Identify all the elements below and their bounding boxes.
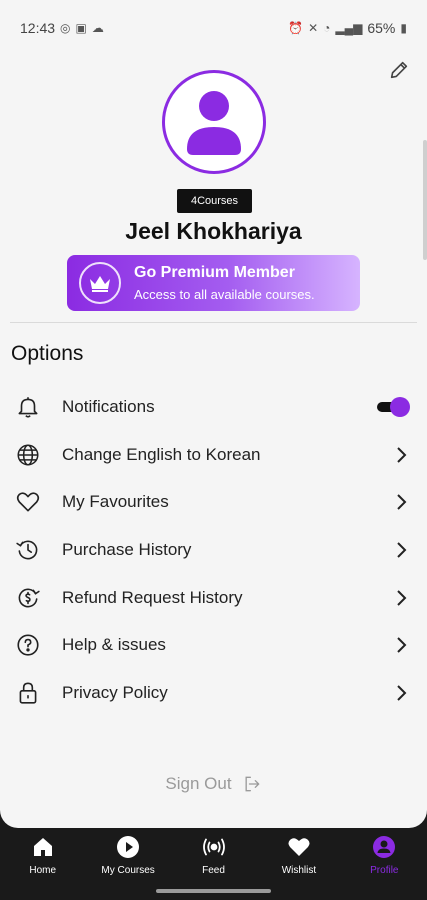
history-icon (14, 536, 42, 564)
option-help-issues[interactable]: Help & issues (0, 621, 427, 669)
premium-subtitle: Access to all available courses. (134, 287, 315, 302)
nav-home[interactable]: Home (0, 828, 85, 880)
chevron-right-icon (391, 588, 411, 608)
bell-icon (14, 393, 42, 421)
profile-name: Jeel Khokhariya (125, 218, 302, 244)
lock-icon (14, 679, 42, 707)
crown-badge (79, 262, 121, 304)
nav-wishlist[interactable]: Wishlist (256, 828, 341, 880)
status-bar: 12:43 ◎ ▣ ☁ ⏰ ✕ ◔ ▂▄▆ 65% ▮ (0, 0, 427, 56)
courses-count-badge: 4Courses (177, 189, 252, 213)
whatsapp-icon: ◎ (60, 21, 71, 35)
option-label: Change English to Korean (62, 444, 261, 464)
option-my-favourites[interactable]: My Favourites (0, 478, 427, 526)
go-premium-banner[interactable]: Go Premium Member Access to all availabl… (67, 255, 360, 311)
option-label: Notifications (62, 396, 155, 416)
scrollbar[interactable] (423, 140, 427, 260)
home-icon (31, 834, 55, 860)
nav-label: Profile (370, 865, 399, 876)
chevron-right-icon (391, 445, 411, 465)
help-icon (14, 631, 42, 659)
option-label: Privacy Policy (62, 682, 168, 702)
cloud-icon: ☁ (91, 21, 104, 35)
battery-percent: 65% (367, 20, 396, 36)
signal-icon: ▂▄▆ (335, 21, 363, 35)
status-time: 12:43 (20, 20, 56, 36)
crown-icon (90, 276, 110, 292)
home-indicator[interactable] (156, 889, 271, 893)
wifi-icon: ◔ (323, 21, 331, 35)
option-notifications[interactable]: Notifications (0, 383, 427, 431)
option-privacy-policy[interactable]: Privacy Policy (0, 669, 427, 717)
bottom-navigation: Home My Courses Feed Wishlist Profile (0, 828, 427, 880)
nav-profile[interactable]: Profile (342, 828, 427, 880)
profile-icon (372, 834, 396, 860)
nav-label: Home (29, 865, 57, 876)
pencil-icon (390, 61, 408, 79)
nav-label: My Courses (101, 865, 155, 876)
heart-outline-icon (14, 488, 42, 516)
option-refund-history[interactable]: Refund Request History (0, 574, 427, 622)
profile-screen: 12:43 ◎ ▣ ☁ ⏰ ✕ ◔ ▂▄▆ 65% ▮ 4Courses Jee… (0, 0, 427, 828)
user-avatar-icon (187, 91, 241, 155)
chevron-right-icon (391, 635, 411, 655)
battery-icon: ▮ (400, 21, 407, 35)
refund-icon (14, 584, 42, 612)
chevron-right-icon (391, 683, 411, 703)
options-list: Notifications Change English to Korean M… (0, 383, 427, 717)
nav-label: Feed (202, 865, 225, 876)
nav-label: Wishlist (281, 865, 317, 876)
mute-icon: ✕ (308, 21, 319, 35)
option-label: My Favourites (62, 492, 169, 512)
globe-icon (14, 441, 42, 469)
alarm-icon: ⏰ (288, 21, 304, 35)
toggle-knob (390, 396, 410, 417)
nav-my-courses[interactable]: My Courses (85, 828, 170, 880)
premium-title: Go Premium Member (134, 264, 295, 281)
logout-icon (245, 776, 260, 792)
avatar[interactable] (162, 70, 266, 174)
chevron-right-icon (391, 540, 411, 560)
option-label: Purchase History (62, 539, 192, 559)
option-label: Refund Request History (62, 587, 243, 607)
sign-out-label: Sign Out (165, 774, 232, 793)
options-heading: Options (11, 342, 84, 365)
option-change-language[interactable]: Change English to Korean (0, 431, 427, 479)
divider (10, 322, 417, 323)
chevron-right-icon (391, 492, 411, 512)
gallery-icon: ▣ (75, 21, 87, 35)
play-circle-icon (116, 834, 140, 860)
premium-text: Go Premium Member Access to all availabl… (134, 264, 315, 302)
edit-profile-button[interactable] (387, 58, 411, 82)
broadcast-icon (201, 834, 227, 860)
nav-feed[interactable]: Feed (171, 828, 256, 880)
notifications-toggle[interactable] (377, 396, 411, 417)
heart-icon (287, 834, 311, 860)
status-left: 12:43 ◎ ▣ ☁ (20, 20, 104, 36)
option-label: Help & issues (62, 635, 166, 655)
status-right: ⏰ ✕ ◔ ▂▄▆ 65% ▮ (288, 20, 407, 36)
option-purchase-history[interactable]: Purchase History (0, 526, 427, 574)
sign-out-button[interactable]: Sign Out (0, 774, 427, 794)
